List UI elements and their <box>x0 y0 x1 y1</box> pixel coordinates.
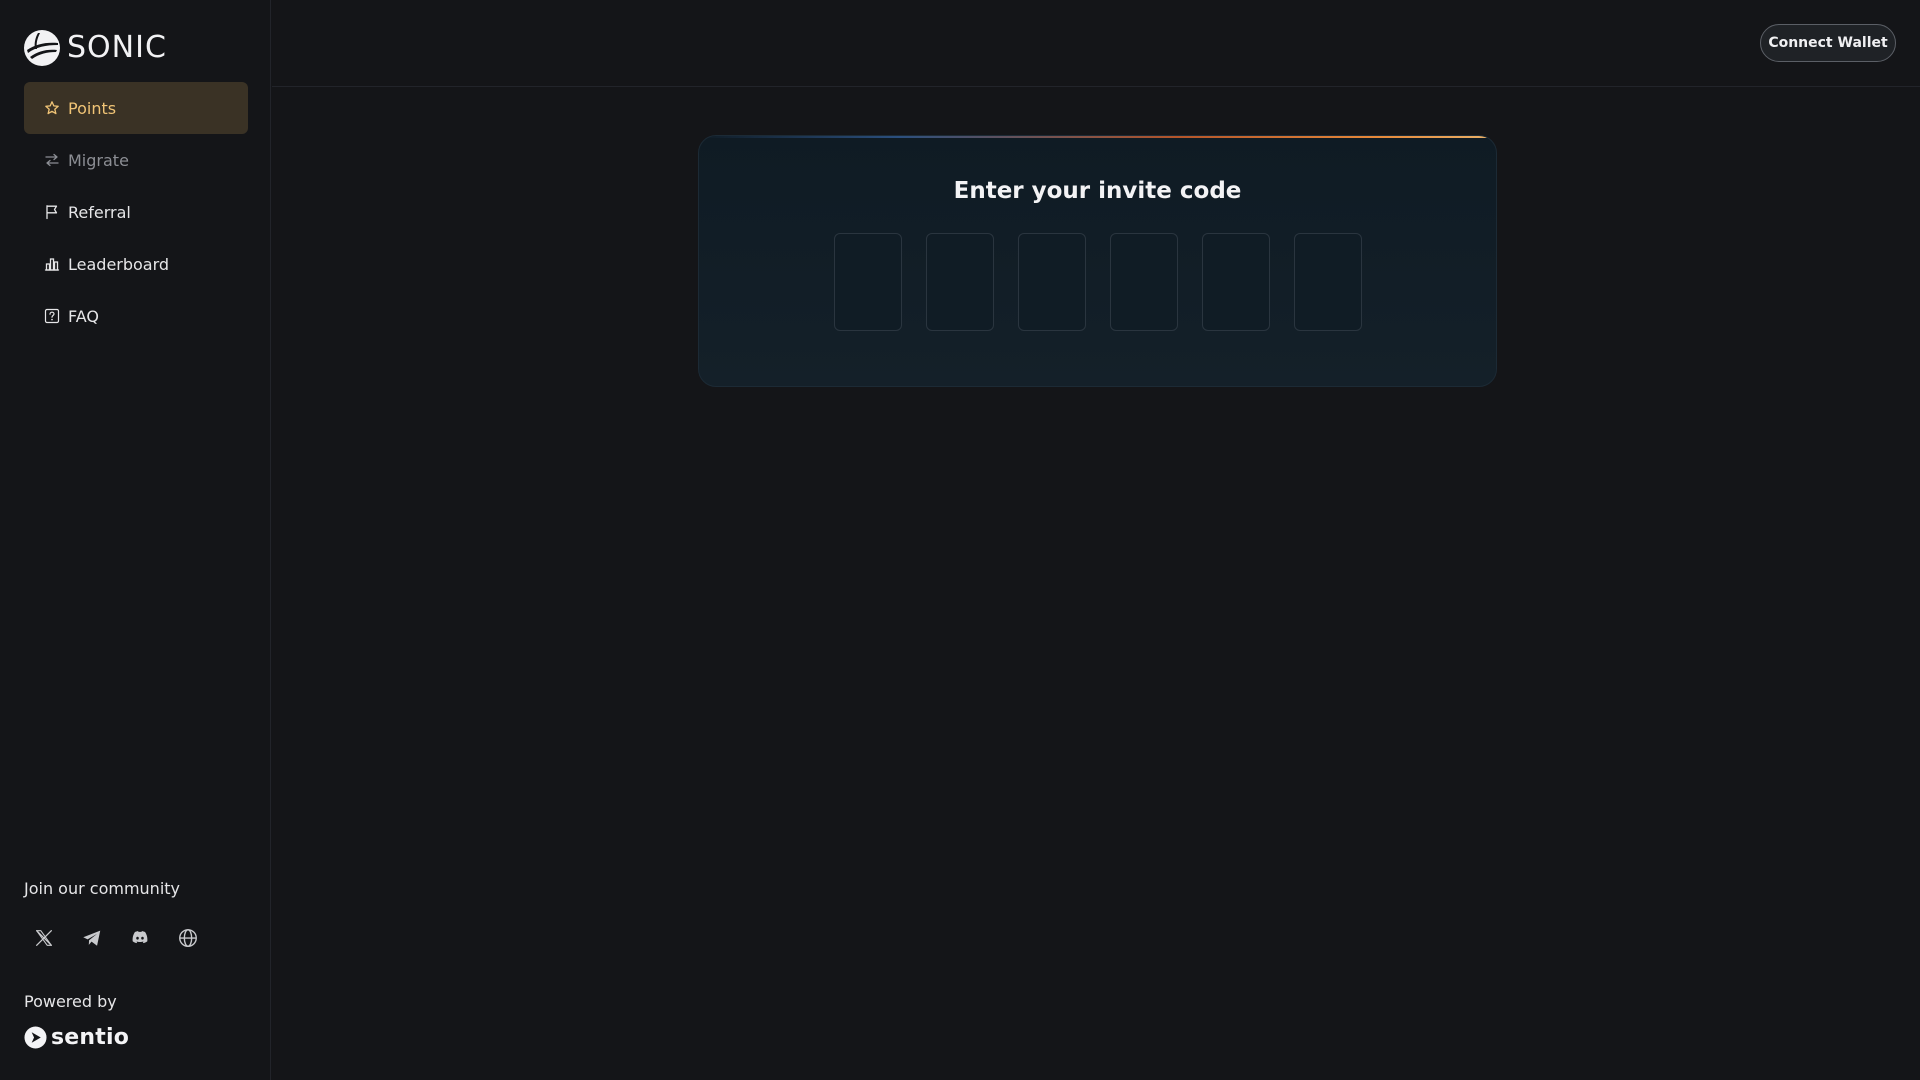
bar-chart-icon <box>44 258 60 271</box>
invite-code-digit-4[interactable] <box>1110 233 1178 331</box>
x-link[interactable] <box>24 918 64 958</box>
question-icon <box>44 308 60 324</box>
invite-code-inputs <box>834 233 1362 331</box>
app-root: SONIC Points Migrate Referral Leaderboar… <box>0 0 1920 1080</box>
globe-icon <box>179 929 197 947</box>
powered-by-label: Powered by <box>24 992 117 1011</box>
discord-link[interactable] <box>120 918 160 958</box>
sidebar-item-migrate[interactable]: Migrate <box>24 134 248 186</box>
community-label: Join our community <box>24 879 180 898</box>
sonic-logo-icon <box>24 30 60 66</box>
invite-code-digit-5[interactable] <box>1202 233 1270 331</box>
invite-title: Enter your invite code <box>953 178 1242 204</box>
sidebar-item-label: FAQ <box>68 306 99 326</box>
telegram-link[interactable] <box>72 918 112 958</box>
x-icon <box>36 930 52 946</box>
sidebar-item-referral[interactable]: Referral <box>24 186 248 238</box>
card-accent-border <box>699 136 1496 138</box>
invite-code-digit-3[interactable] <box>1018 233 1086 331</box>
invite-code-digit-1[interactable] <box>834 233 902 331</box>
star-icon <box>45 101 59 115</box>
brand-name: SONIC <box>67 30 167 65</box>
website-link[interactable] <box>168 918 208 958</box>
sentio-brand-name: sentio <box>51 1025 130 1050</box>
sidebar-item-label: Migrate <box>68 150 129 170</box>
invite-code-digit-6[interactable] <box>1294 233 1362 331</box>
telegram-icon <box>83 930 101 946</box>
sidebar-item-points[interactable]: Points <box>24 82 248 134</box>
sidebar-item-label: Referral <box>68 202 131 222</box>
sidebar-nav: Points Migrate Referral Leaderboard FAQ <box>24 82 248 342</box>
sidebar-item-leaderboard[interactable]: Leaderboard <box>24 238 248 290</box>
discord-icon <box>132 931 148 944</box>
social-links <box>24 918 216 958</box>
invite-code-digit-2[interactable] <box>926 233 994 331</box>
flag-icon <box>46 205 58 220</box>
sidebar-item-faq[interactable]: FAQ <box>24 290 248 342</box>
invite-code-card: Enter your invite code <box>698 135 1497 387</box>
sidebar: SONIC Points Migrate Referral Leaderboar… <box>0 0 271 1080</box>
sidebar-item-label: Leaderboard <box>68 254 170 274</box>
connect-wallet-button[interactable]: Connect Wallet <box>1760 24 1896 62</box>
brand-logo[interactable]: SONIC <box>24 29 167 67</box>
top-bar: Connect Wallet <box>272 0 1920 87</box>
sentio-logo[interactable]: sentio <box>24 1025 129 1050</box>
sidebar-item-label: Points <box>68 98 117 118</box>
sentio-logo-icon <box>24 1026 47 1049</box>
swap-arrows-icon <box>45 153 59 167</box>
